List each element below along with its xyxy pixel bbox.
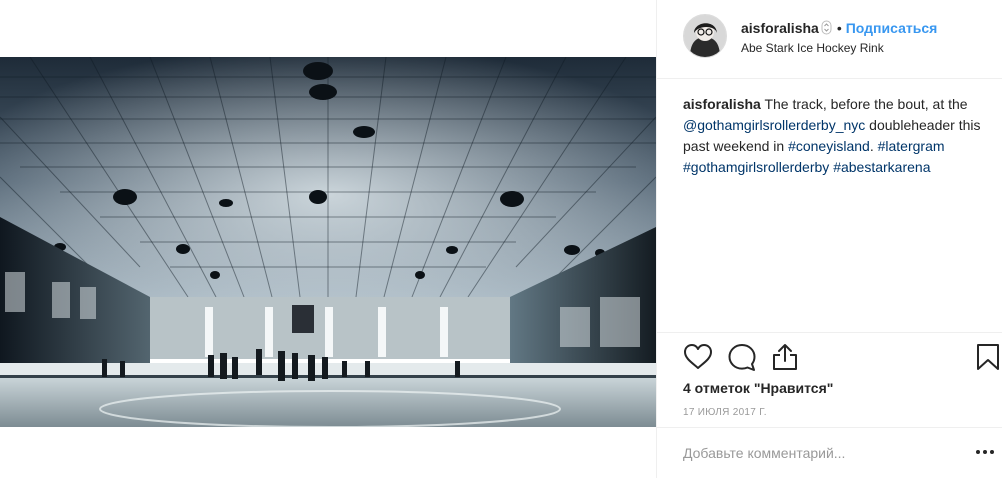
post-photo[interactable] — [0, 57, 656, 427]
more-options-button[interactable] — [975, 444, 995, 460]
caption-text: The track, before the bout, at the — [760, 96, 968, 112]
post-actions: 4 отметок "Нравится" 17 ИЮЛЯ 2017 Г. — [657, 332, 1002, 427]
user-line: aisforalisha • Подписаться — [741, 20, 937, 36]
caption-username[interactable]: aisforalisha — [683, 96, 761, 112]
hashtag-link[interactable]: #coneyisland — [788, 138, 870, 154]
share-button[interactable] — [770, 342, 800, 372]
hashtag-link[interactable]: #latergram — [878, 138, 945, 154]
comment-icon — [728, 344, 756, 371]
like-button[interactable] — [683, 342, 713, 372]
post-sidebar: aisforalisha • Подписаться Abe Stark Ice H… — [656, 0, 1002, 478]
hashtag-link[interactable]: #abestarkarena — [833, 159, 930, 175]
separator-dot: • — [836, 20, 842, 36]
heart-icon — [684, 344, 712, 369]
post-date[interactable]: 17 ИЮЛЯ 2017 Г. — [683, 407, 767, 418]
bookmark-icon — [977, 344, 999, 370]
caption-mention-link[interactable]: @gothamgirlsrollerderby_nyc — [683, 117, 865, 133]
caption-text: . — [869, 138, 878, 154]
hashtag-link[interactable]: #gothamgirlsrollerderby — [683, 159, 829, 175]
location-link[interactable]: Abe Stark Ice Hockey Rink — [741, 41, 884, 55]
comment-button[interactable] — [727, 342, 757, 372]
post-caption: aisforalisha The track, before the bout,… — [683, 94, 999, 178]
post-media-column — [0, 0, 656, 478]
username-link[interactable]: aisforalisha — [741, 20, 819, 36]
user-avatar[interactable] — [683, 14, 727, 58]
comment-input[interactable] — [683, 442, 933, 464]
share-icon — [773, 344, 797, 370]
likes-count[interactable]: 4 отметок "Нравится" — [683, 380, 833, 396]
more-options-icon — [976, 450, 994, 454]
save-button[interactable] — [973, 342, 1002, 372]
comment-bar — [657, 427, 1002, 478]
post-header: aisforalisha • Подписаться Abe Stark Ice H… — [657, 0, 1002, 79]
verified-icon — [821, 20, 832, 35]
follow-button[interactable]: Подписаться — [846, 20, 938, 36]
